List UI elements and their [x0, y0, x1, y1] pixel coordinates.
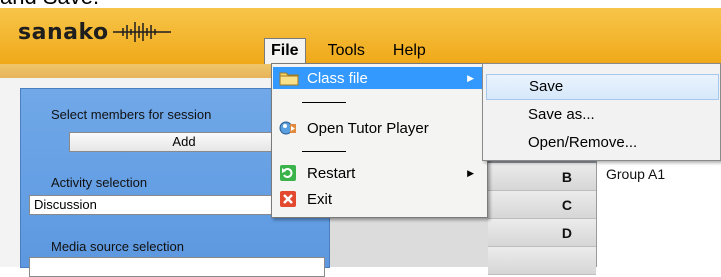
class-file-submenu: Save Save as... Open/Remove... [482, 63, 721, 161]
menu-file[interactable]: File [264, 38, 306, 64]
members-label: Select members for session [51, 107, 212, 122]
add-button[interactable]: Add [69, 132, 299, 152]
menu-separator [302, 151, 346, 152]
group-label[interactable]: Group A1 [606, 166, 665, 182]
menu-help[interactable]: Help [379, 38, 440, 64]
media-select[interactable] [29, 257, 325, 277]
exit-icon [279, 191, 299, 207]
file-menu-dropdown: Class file ▶ Open Tutor Player Restart ▶… [271, 63, 488, 218]
letter-row[interactable] [488, 247, 596, 275]
submenu-item-save[interactable]: Save [486, 74, 719, 100]
letter-row[interactable]: C [488, 191, 596, 219]
media-label: Media source selection [51, 239, 184, 254]
submenu-item-open-remove[interactable]: Open/Remove... [486, 130, 719, 156]
submenu-item-save-as[interactable]: Save as... [486, 102, 719, 128]
player-icon [279, 120, 299, 136]
menu-item-label: Class file [307, 69, 368, 87]
folder-icon [279, 70, 299, 86]
menu-item-label: Open Tutor Player [307, 119, 429, 137]
menu-item-label: Exit [307, 190, 333, 208]
menu-item-open-tutor-player[interactable]: Open Tutor Player [273, 117, 486, 139]
menu-item-label: Restart [307, 164, 356, 182]
activity-label: Activity selection [51, 175, 148, 190]
letter-row[interactable]: B [488, 163, 596, 191]
caption-fragment: and Save. [0, 0, 99, 8]
menubar: File Tools Help [264, 38, 440, 64]
menu-separator [302, 102, 346, 103]
menu-tools[interactable]: Tools [314, 38, 379, 64]
waveform-icon [112, 22, 171, 42]
letter-row[interactable]: D [488, 219, 596, 247]
chevron-right-icon: ▶ [467, 167, 474, 178]
menu-item-restart[interactable]: Restart ▶ [273, 162, 486, 184]
menu-item-class-file[interactable]: Class file ▶ [273, 67, 486, 89]
sanako-logo: sanako [18, 19, 171, 45]
logo-text: sanako [18, 19, 109, 45]
restart-icon [279, 165, 299, 181]
letter-column: B C D [488, 152, 596, 275]
menu-item-exit[interactable]: Exit [273, 188, 486, 210]
chevron-right-icon: ▶ [467, 72, 474, 83]
